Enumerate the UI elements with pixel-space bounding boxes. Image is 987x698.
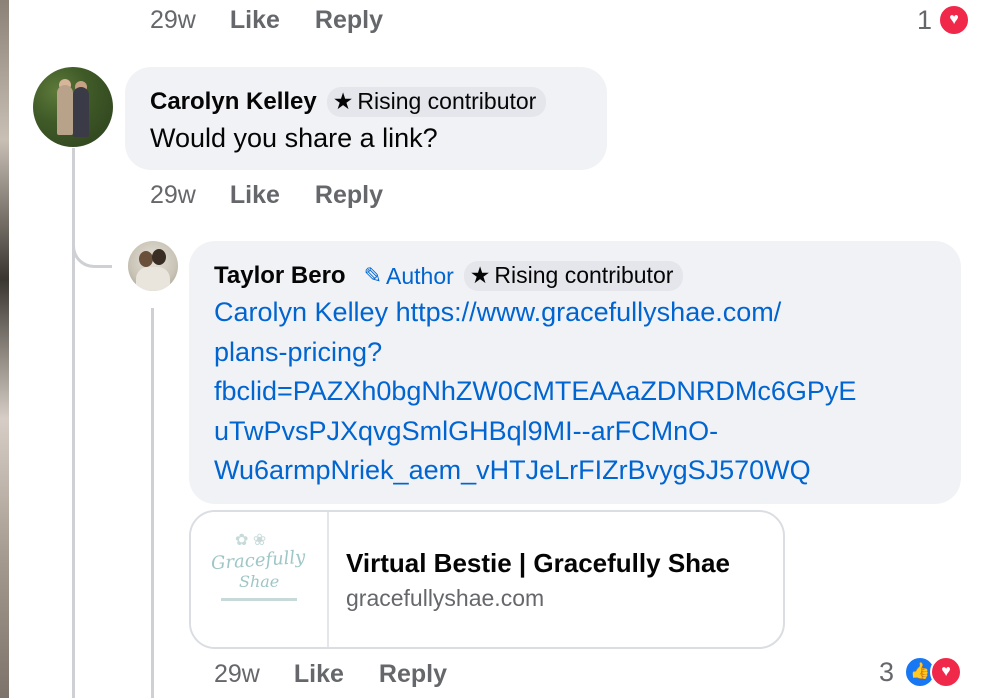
heart-icon: ♥ — [930, 656, 963, 688]
top-comment-actions: 29w Like Reply — [150, 6, 418, 35]
like-button[interactable]: Like — [230, 181, 280, 210]
comment-header: Carolyn Kelley ★ Rising contributor — [150, 87, 547, 117]
comment-bubble-carolyn: Carolyn Kelley ★ Rising contributor Woul… — [125, 67, 607, 170]
top-comment-reactions[interactable]: 1 ♥ — [917, 4, 971, 36]
taylor-comment-actions: 29w Like Reply — [214, 660, 482, 689]
thread-connector — [72, 200, 112, 268]
badge-label: Rising contributor — [494, 262, 674, 288]
star-icon: ★ — [469, 262, 491, 288]
timestamp[interactable]: 29w — [150, 6, 196, 35]
comment-header: Taylor Bero ✎ Author ★ Rising contributo… — [214, 261, 684, 291]
logo-script: Shae — [239, 572, 280, 591]
link-line[interactable]: Carolyn Kelley https://www.gracefullysha… — [214, 293, 856, 333]
comment-link-text[interactable]: Carolyn Kelley https://www.gracefullysha… — [214, 293, 856, 491]
carolyn-comment-actions: 29w Like Reply — [150, 181, 418, 210]
author-badge: ✎ Author — [364, 263, 454, 290]
rising-contributor-badge[interactable]: ★ Rising contributor — [463, 261, 684, 291]
logo-tagline — [221, 598, 297, 601]
avatar-carolyn-kelley[interactable] — [33, 67, 113, 147]
link-preview-title: Virtual Bestie | Gracefully Shae — [346, 548, 730, 578]
link-line[interactable]: fbclid=PAZXh0bgNhZW0CMTEAAaZDNRDMc6GPyE — [214, 372, 856, 412]
reply-thread-line — [151, 308, 154, 698]
badge-label: Rising contributor — [357, 88, 537, 114]
comment-thread: 29w Like Reply 1 ♥ Carolyn Kelley ★ Risi… — [0, 0, 987, 698]
heart-icon: ♥ — [938, 4, 971, 36]
reaction-count: 1 — [917, 4, 933, 35]
link-line[interactable]: plans-pricing? — [214, 333, 856, 373]
comment-text: Would you share a link? — [150, 123, 438, 153]
author-badge-label: Author — [386, 262, 454, 289]
link-line[interactable]: Wu6armpNriek_aem_vHTJeLrFIZrBvygSJ570WQ — [214, 451, 856, 491]
logo-script: Gracefully — [210, 546, 307, 575]
author-name[interactable]: Carolyn Kelley — [150, 88, 317, 116]
avatar-taylor-bero[interactable] — [128, 241, 178, 291]
reply-button[interactable]: Reply — [379, 660, 447, 689]
link-preview-domain: gracefullyshae.com — [346, 585, 545, 611]
reply-button[interactable]: Reply — [315, 6, 383, 35]
star-icon: ★ — [332, 88, 354, 114]
like-button[interactable]: Like — [294, 660, 344, 689]
taylor-comment-reactions[interactable]: 3 👍 ♥ — [879, 656, 963, 688]
flower-icon: ✿ ❀ — [235, 532, 267, 549]
timestamp[interactable]: 29w — [150, 181, 196, 210]
like-button[interactable]: Like — [230, 6, 280, 35]
pencil-icon: ✎ — [363, 263, 383, 288]
comment-bubble-taylor: Taylor Bero ✎ Author ★ Rising contributo… — [189, 241, 961, 504]
rising-contributor-badge[interactable]: ★ Rising contributor — [326, 87, 547, 117]
timestamp[interactable]: 29w — [214, 660, 260, 689]
link-preview-thumbnail: ✿ ❀ Gracefully Shae — [191, 512, 329, 647]
author-name[interactable]: Taylor Bero — [214, 262, 346, 290]
background-page-edge — [0, 0, 9, 698]
link-line[interactable]: uTwPvsPJXqvgSmlGHBql9MI--arFCMnO- — [214, 412, 856, 452]
link-preview-card[interactable]: ✿ ❀ Gracefully Shae Virtual Bestie | Gra… — [189, 510, 785, 649]
reply-button[interactable]: Reply — [315, 181, 383, 210]
reaction-count: 3 — [879, 656, 895, 687]
